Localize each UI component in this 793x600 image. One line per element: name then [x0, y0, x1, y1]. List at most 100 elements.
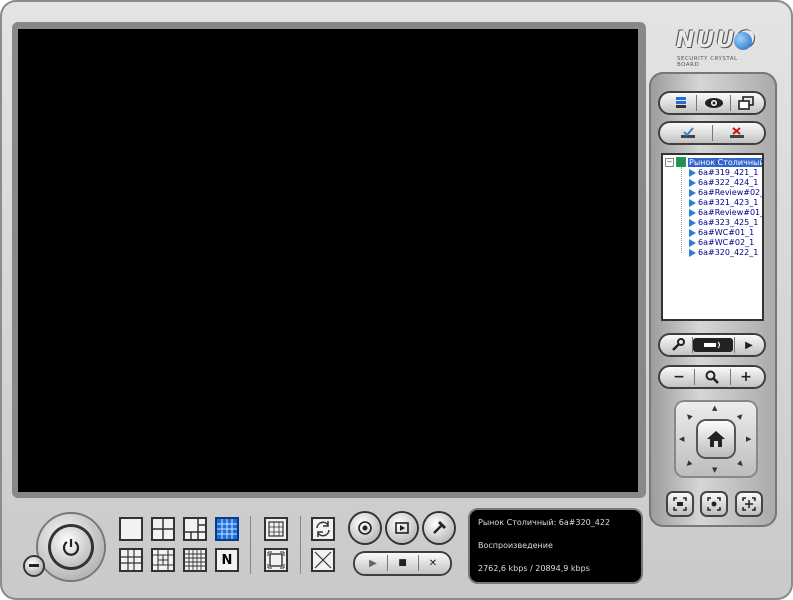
tree-item[interactable]: 6a#WC#01_1	[689, 228, 754, 237]
ptz-control: ▲ ▼ ◀ ▶ ▲ ▲ ▼ ▼	[674, 400, 758, 478]
video-display[interactable]	[18, 29, 638, 492]
camera-play-icon	[689, 178, 696, 187]
tools-bar: ▶	[660, 335, 764, 355]
tree-item[interactable]: 6a#Review#02_1	[689, 188, 762, 197]
hammer-icon	[433, 521, 446, 534]
layout-frame-button[interactable]	[264, 548, 288, 572]
tree-item[interactable]: 6a#Review#01_1	[689, 208, 762, 217]
layout-25-button[interactable]	[183, 548, 207, 572]
tree-item-label: 6a#WC#02_1	[698, 238, 755, 247]
grid-4-icon	[153, 519, 173, 539]
grid-mix-icon	[268, 521, 284, 537]
check-icon	[681, 127, 695, 138]
home-icon	[707, 431, 725, 447]
select-all-button[interactable]	[664, 123, 712, 143]
status-camera: Рынок Столичный: 6a#320_422	[478, 518, 611, 527]
collapse-icon[interactable]: −	[665, 157, 674, 167]
device-list-button[interactable]	[664, 93, 698, 113]
layout-1-button[interactable]	[119, 517, 143, 541]
fullscreen-button[interactable]	[311, 548, 335, 572]
globe-icon	[734, 32, 752, 50]
grid-6-icon	[185, 519, 205, 539]
grid-13-icon	[153, 550, 173, 570]
ptz-home-button[interactable]	[698, 421, 734, 457]
layout-6-button[interactable]	[183, 517, 207, 541]
play-button[interactable]: ▶	[359, 553, 387, 573]
status-display: Рынок Столичный: 6a#320_422 Воспроизведе…	[470, 510, 641, 582]
fullscreen-icon	[314, 551, 332, 569]
focus-near-button[interactable]	[668, 493, 692, 515]
camera-play-icon	[689, 238, 696, 247]
tree-item-label: 6a#322_424_1	[698, 178, 759, 187]
rotate-icon	[316, 521, 330, 537]
tree-item-label: 6a#323_425_1	[698, 218, 759, 227]
status-mode: Воспроизведение	[478, 541, 553, 550]
layout-13-button[interactable]	[151, 548, 175, 572]
tools-button[interactable]	[424, 513, 454, 543]
tree-item[interactable]: 6a#321_423_1	[689, 198, 758, 207]
ptz-up-left-icon[interactable]: ▲	[684, 411, 693, 420]
live-view-button[interactable]	[697, 93, 731, 113]
power-dial	[38, 514, 104, 580]
windows-icon	[738, 96, 754, 110]
app-window: NUUO SECURITY CRYSTAL BOARD − Рынок Стол…	[0, 0, 793, 600]
tree-item-label: 6a#WC#01_1	[698, 228, 755, 237]
layout-mix-button[interactable]	[264, 517, 288, 541]
playback-button[interactable]	[387, 513, 417, 543]
tree-item[interactable]: 6a#323_425_1	[689, 218, 758, 227]
layout-custom-button[interactable]: N	[215, 548, 239, 572]
camera-play-icon	[689, 228, 696, 237]
ptz-down-left-icon[interactable]: ▼	[684, 459, 693, 468]
auto-focus-icon	[742, 497, 756, 511]
tree-item[interactable]: 6a#319_421_1	[689, 168, 758, 177]
speaker-icon	[704, 341, 720, 349]
zoom-in-button[interactable]: +	[731, 367, 761, 387]
ptz-right-icon[interactable]: ▶	[746, 435, 751, 443]
audio-button[interactable]	[693, 338, 733, 352]
stop-button[interactable]: ■	[388, 553, 417, 573]
minimize-button[interactable]	[25, 557, 43, 575]
zoom-bar: − +	[660, 367, 764, 387]
settings-button[interactable]	[664, 335, 692, 355]
layout-16-button[interactable]	[215, 517, 239, 541]
power-icon	[62, 539, 80, 556]
camera-play-icon	[689, 218, 696, 227]
logo-subtitle: SECURITY CRYSTAL BOARD	[677, 56, 738, 68]
checkbox-icon[interactable]	[676, 157, 686, 167]
focus-far-icon	[707, 497, 721, 511]
tree-item[interactable]: 6a#322_424_1	[689, 178, 758, 187]
layout-4-button[interactable]	[151, 517, 175, 541]
camera-play-icon	[689, 248, 696, 257]
camera-play-icon	[689, 188, 696, 197]
zoom-button[interactable]	[695, 367, 729, 387]
camera-play-icon	[689, 168, 696, 177]
ptz-left-icon[interactable]: ◀	[679, 435, 684, 443]
auto-scan-button[interactable]	[311, 517, 335, 541]
zoom-out-button[interactable]: −	[664, 367, 694, 387]
layout-9-button[interactable]	[119, 548, 143, 572]
ptz-down-icon[interactable]: ▼	[712, 466, 717, 474]
camera-play-icon	[689, 208, 696, 217]
power-button[interactable]	[51, 527, 91, 567]
auto-focus-button[interactable]	[737, 493, 761, 515]
deselect-all-button[interactable]	[713, 123, 761, 143]
record-button[interactable]	[350, 513, 380, 543]
tree-item[interactable]: 6a#320_422_1	[689, 248, 758, 257]
tree-item-label: 6a#319_421_1	[698, 168, 759, 177]
play-panel-button[interactable]: ▶	[736, 335, 762, 355]
view-mode-bar	[660, 93, 764, 113]
ptz-down-right-icon[interactable]: ▼	[736, 459, 745, 468]
film-play-icon	[395, 522, 409, 534]
tree-root[interactable]: − Рынок Столичный	[665, 157, 762, 167]
device-tree: − Рынок Столичный 6a#319_421_1 6a#322_42…	[661, 153, 764, 321]
grid-16-icon	[217, 519, 237, 539]
wrench-icon	[672, 338, 685, 351]
nuuo-logo: NUUO SECURITY CRYSTAL BOARD	[660, 26, 760, 68]
grid-9-icon	[121, 550, 141, 570]
close-playback-button[interactable]: ✕	[419, 553, 447, 573]
focus-far-button[interactable]	[702, 493, 726, 515]
tree-item[interactable]: 6a#WC#02_1	[689, 238, 754, 247]
multi-window-button[interactable]	[731, 93, 761, 113]
ptz-up-icon[interactable]: ▲	[712, 404, 717, 412]
ptz-up-right-icon[interactable]: ▲	[736, 411, 745, 420]
